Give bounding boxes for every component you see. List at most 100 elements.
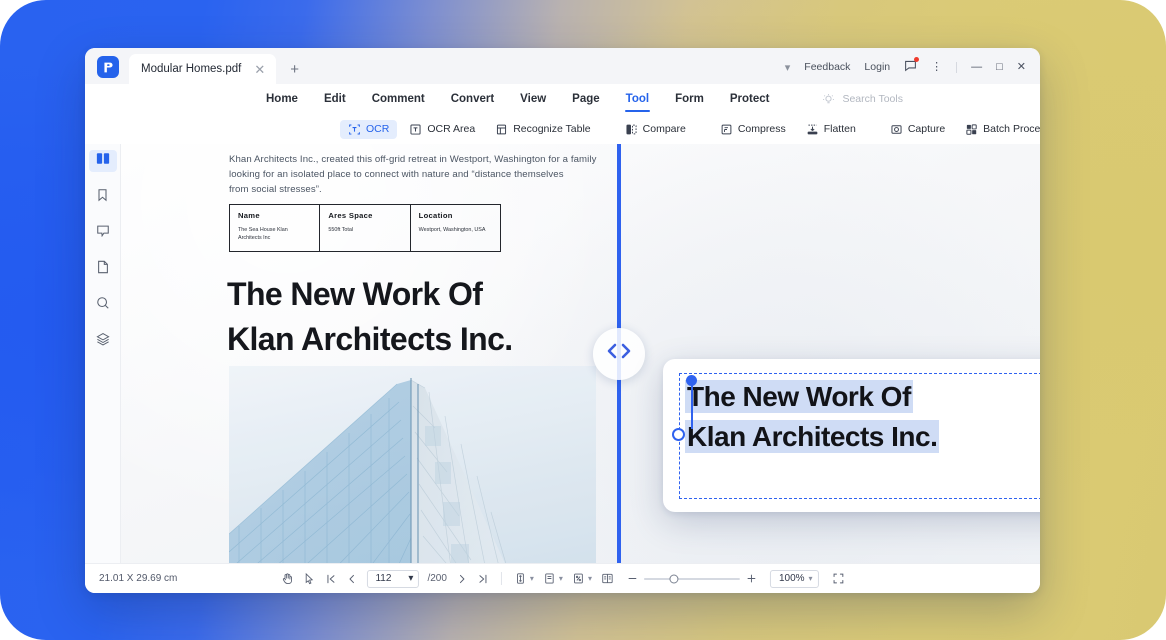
ocr-button[interactable]: OCR [340,119,398,139]
page-number-input[interactable]: 112 ▾ [366,569,419,588]
application-body: Khan Architects Inc., created this off-g… [85,144,1040,563]
selection-handle-left-middle[interactable] [672,428,685,441]
menu-item-home[interactable]: Home [265,89,299,109]
pdfelement-logo-icon [97,56,119,78]
more-vertical-icon[interactable]: ⋮ [931,61,942,73]
menu-item-page[interactable]: Page [571,89,601,109]
batch-process-icon [965,123,978,136]
zoom-slider-track[interactable] [643,574,740,583]
sidebar-item-layers[interactable] [89,330,117,352]
tab-title: Modular Homes.pdf [141,63,242,75]
notification-dot [914,57,920,62]
hand-icon[interactable] [280,572,293,585]
chevron-down-icon[interactable]: ▾ [530,574,534,583]
compare-splitter-handle[interactable] [593,327,645,380]
table-cell: Ares Space 550ft Total [320,205,411,251]
zoom-level-selector[interactable]: 100% ▾ [769,569,819,588]
prev-page-icon[interactable] [345,573,357,585]
table-cell: Location Westport, Washington, USA [411,205,500,251]
minimize-icon[interactable]: — [971,61,982,73]
recognize-table-button[interactable]: Recognize Table [487,120,598,139]
heading-line-1: The New Work Of [227,276,483,312]
plus-icon[interactable]: + [290,62,299,77]
menu-item-protect[interactable]: Protect [729,89,771,109]
login-button[interactable]: Login [864,61,890,73]
flatten-button[interactable]: Flatten [798,120,864,139]
select-cursor-icon[interactable] [302,572,315,585]
sidebar-item-comments[interactable] [89,222,117,244]
fullscreen-icon[interactable] [832,572,845,585]
sidebar-item-thumbnails[interactable] [88,150,117,172]
menu-item-comment[interactable]: Comment [371,89,426,109]
status-bar: 21.01 X 29.69 cm 112 ▾ /200 ▾ ▾ ▾ 100% ▾ [85,563,1040,593]
close-icon[interactable]: ✕ [251,61,268,78]
scroll-mode-control[interactable]: ▾ [514,572,534,585]
recognize-table-icon [495,123,508,136]
ocr-area-icon [409,123,422,136]
text-selection-card[interactable]: The New Work Of Klan Architects Inc. [663,359,1040,512]
table-header-location: Location [418,211,453,220]
search-tools[interactable]: Search Tools [822,93,903,106]
lightbulb-icon [822,93,835,106]
page-paragraph-original: Khan Architects Inc., created this off-g… [229,152,597,198]
selection-handle-top-left[interactable] [686,375,697,386]
table-value-area: 550ft Total [328,227,354,233]
sidebar-item-bookmarks[interactable] [89,186,117,208]
sidebar-item-search[interactable] [89,294,117,316]
compress-button[interactable]: Compress [712,120,794,139]
ocr-icon [348,123,361,136]
page-layout-control[interactable]: ▾ [543,572,563,585]
search-tools-placeholder: Search Tools [842,93,903,105]
menu-item-convert[interactable]: Convert [450,89,495,109]
chevron-down-icon[interactable]: ▾ [785,61,791,74]
fit-mode-control[interactable]: ▾ [572,572,592,585]
fit-page-icon [572,572,585,585]
zoom-level-value: 100% [778,573,805,584]
chevron-down-icon[interactable]: ▾ [809,574,813,583]
bookmark-icon [96,188,109,207]
batch-process-label: Batch Process [983,123,1040,135]
divider [500,572,502,585]
capture-button[interactable]: Capture [882,120,953,139]
table-header-area: Ares Space [328,211,373,220]
search-icon [96,296,110,315]
chevron-down-icon[interactable]: ▾ [588,574,592,583]
message-badge-icon[interactable] [904,57,920,75]
document-viewer[interactable]: Khan Architects Inc., created this off-g… [121,144,1040,563]
divider [956,61,958,73]
ocr-area-button[interactable]: OCR Area [401,120,483,139]
selected-text[interactable]: The New Work Of Klan Architects Inc. [685,377,1040,457]
capture-label: Capture [907,123,946,135]
menu-item-edit[interactable]: Edit [323,89,347,109]
feedback-button[interactable]: Feedback [804,61,850,73]
compress-label: Compress [737,123,786,135]
window-close-icon[interactable]: ✕ [1017,61,1026,73]
title-bar: Modular Homes.pdf ✕ + ▾ Feedback Login ⋮… [85,48,1040,84]
minus-icon[interactable] [627,573,638,584]
paragraph-text-2: from social stresses”. [229,184,322,196]
sidebar-item-attachments[interactable] [89,258,117,280]
chevron-down-icon[interactable]: ▾ [408,573,413,584]
paragraph-text-1: Khan Architects Inc., created this off-g… [229,154,597,181]
batch-process-button[interactable]: Batch Process [957,120,1040,139]
selected-line-1: The New Work Of [685,380,913,413]
chevron-down-icon[interactable]: ▾ [559,574,563,583]
plus-icon[interactable] [746,573,757,584]
document-tab[interactable]: Modular Homes.pdf ✕ [129,54,277,84]
menu-item-view[interactable]: View [519,89,547,109]
thumbnails-icon [96,152,110,170]
two-page-view-icon[interactable] [601,572,614,585]
menu-item-tool[interactable]: Tool [624,89,651,112]
next-page-icon[interactable] [456,573,468,585]
zoom-slider-control[interactable] [627,573,757,584]
document-pane-original[interactable]: Khan Architects Inc., created this off-g… [121,144,617,563]
attachment-page-icon [97,260,109,279]
titlebar-right-controls: ▾ Feedback Login ⋮ — □ ✕ [785,57,1040,84]
last-page-icon[interactable] [477,573,489,585]
first-page-icon[interactable] [324,573,336,585]
zoom-slider-knob[interactable] [669,574,679,583]
menu-item-form[interactable]: Form [674,89,705,109]
compare-button[interactable]: Compare [617,120,694,139]
maximize-icon[interactable]: □ [996,61,1003,73]
table-value-location: Westport, Washington, USA [418,227,486,233]
